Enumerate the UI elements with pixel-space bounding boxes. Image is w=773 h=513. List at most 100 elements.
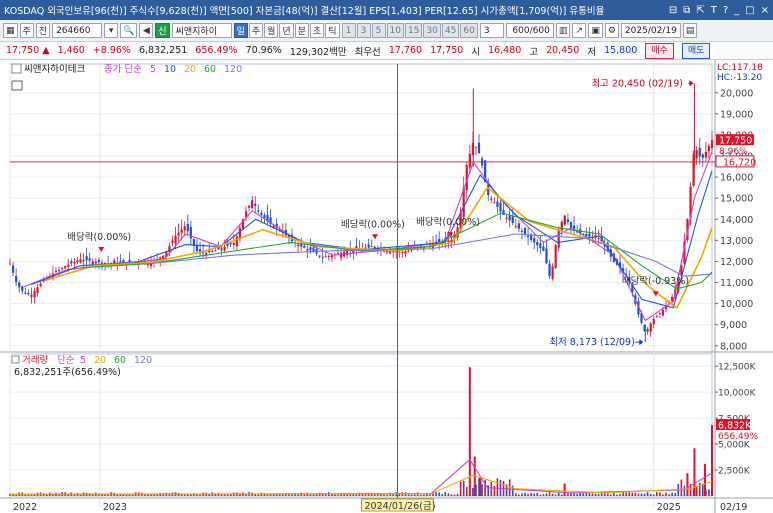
volume-tick-label: 2,500K (718, 467, 751, 477)
volume-panel-title: 거래량 (22, 354, 48, 366)
volume-bar (665, 492, 667, 496)
count-input[interactable]: 600/600 (505, 23, 554, 38)
maximize-icon[interactable]: □ (745, 5, 754, 16)
last-price-label: 17,750 (719, 136, 752, 147)
candle-body (404, 251, 407, 254)
volume-bar (662, 494, 664, 496)
tab-minute-2[interactable]: 5 (371, 23, 386, 38)
tab-minute-6[interactable]: 45 (441, 23, 460, 38)
volume-bar (383, 494, 385, 496)
chart-type-icon[interactable]: ▥ (555, 23, 571, 38)
open-label: 시 (471, 46, 481, 58)
volume-bar (631, 492, 634, 496)
candle-body (57, 269, 61, 272)
lc-label: LC:117.18 (717, 63, 763, 73)
volume-bar (447, 493, 450, 496)
price-tick-label: 13,000 (720, 236, 753, 247)
candle-body (171, 240, 174, 243)
volume-bar (545, 493, 548, 496)
tab-minute-1[interactable]: 3 (356, 23, 371, 38)
candle-body (39, 283, 42, 287)
tab-period-4[interactable]: 분 (294, 23, 309, 38)
candle-body (70, 261, 73, 264)
candle-body (303, 245, 306, 248)
volume-bar (438, 492, 440, 496)
calendar-icon[interactable]: ▤ (682, 23, 698, 38)
candle-body (505, 217, 508, 219)
price-volume-chart[interactable]: 8,000 9,000 10,000 11,000 12,000 13,000 14,000… (0, 60, 773, 513)
volume-bar (625, 492, 627, 496)
candle-body (695, 150, 698, 159)
candle-body (183, 226, 186, 231)
candle-body (211, 250, 214, 252)
close-icon[interactable]: × (761, 5, 769, 16)
tab-period-3[interactable]: 년 (279, 23, 294, 38)
tab-minute-3[interactable]: 10 (386, 23, 404, 38)
candle-body (563, 215, 566, 225)
market-select[interactable]: 주 (19, 23, 34, 38)
tab-minute-4[interactable]: 15 (405, 23, 423, 38)
price-tick-label: 9,000 (720, 320, 747, 331)
volume-bar (628, 492, 631, 496)
window-title: KOSDAQ 외국인보유[96(천)] 주식수[9,628(천)] 액면[500… (4, 6, 605, 17)
candle-body (21, 286, 24, 291)
volume-bar (674, 493, 677, 496)
code-input[interactable]: 264660 (52, 23, 103, 38)
settings-icon[interactable]: ⚙ (604, 23, 619, 38)
popout-icon[interactable]: ⧉ (683, 5, 690, 16)
low-label: 저 (587, 46, 597, 58)
crosshair-date-label: 2024/01/26(금) (365, 501, 436, 512)
text-size-icon[interactable]: T (711, 5, 717, 16)
drawing-icon[interactable]: ↗ (572, 23, 587, 38)
volume-bar (487, 485, 490, 496)
candle-body (487, 184, 490, 196)
dividend-label: 배당락(0.00%) (67, 231, 131, 243)
candle-body (704, 151, 707, 158)
candle-body (477, 142, 481, 154)
candle-body (257, 210, 260, 212)
help-icon[interactable]: ? (723, 5, 728, 16)
volume-bar (303, 494, 306, 496)
tab-period-0[interactable]: 일 (233, 23, 248, 38)
tab-minute-7[interactable]: 60 (460, 23, 478, 38)
candle-body (474, 146, 478, 148)
candle-body (321, 256, 324, 258)
tab-period-6[interactable]: 틱 (325, 23, 340, 38)
dropdown-icon[interactable]: ▾ (104, 23, 119, 38)
high-label: 고 (529, 46, 539, 58)
tab-period-5[interactable]: 초 (309, 23, 325, 38)
credit-badge[interactable]: 신 (155, 23, 170, 38)
candle-body (447, 240, 450, 243)
jeon-toggle[interactable]: 전 (35, 23, 51, 38)
volume-bar (698, 482, 701, 496)
date-input[interactable]: 2025/02/19 (620, 23, 681, 38)
tab-period-1[interactable]: 주 (248, 23, 264, 38)
sell-button[interactable]: 매도 (681, 42, 711, 59)
stock-name-field[interactable]: 씨앤지하이 (171, 23, 232, 38)
tab-minute-5[interactable]: 30 (423, 23, 441, 38)
price-tick-label: 8,000 (720, 341, 747, 352)
candle-body (585, 233, 588, 237)
price-ma-legend-60: 60 (204, 64, 216, 75)
step-input[interactable]: 3 (479, 23, 504, 38)
candle-body (79, 259, 82, 263)
volume-bar (557, 492, 560, 496)
price-tick-label: 19,000 (720, 109, 753, 120)
speaker-icon[interactable]: ◀ (139, 23, 154, 38)
tab-period-2[interactable]: 월 (264, 23, 279, 38)
volume-bar (637, 493, 640, 496)
volume-bar (640, 493, 643, 496)
pin-icon[interactable]: ⇱ (696, 5, 704, 16)
volume-bar (321, 494, 324, 496)
candle-body (180, 229, 183, 233)
volume-bar (266, 494, 269, 496)
minimize-icon[interactable]: _ (734, 5, 739, 16)
candle-body (514, 225, 517, 227)
volume-bar (576, 493, 578, 496)
pip-icon[interactable]: ⊟ (669, 5, 677, 16)
tab-minute-0[interactable]: 1 (341, 23, 356, 38)
grid-icon[interactable]: ▦ (3, 23, 18, 38)
save-icon[interactable]: ▣ (588, 23, 603, 38)
buy-button[interactable]: 매수 (645, 42, 674, 59)
search-icon[interactable]: 🔍 (120, 23, 138, 38)
